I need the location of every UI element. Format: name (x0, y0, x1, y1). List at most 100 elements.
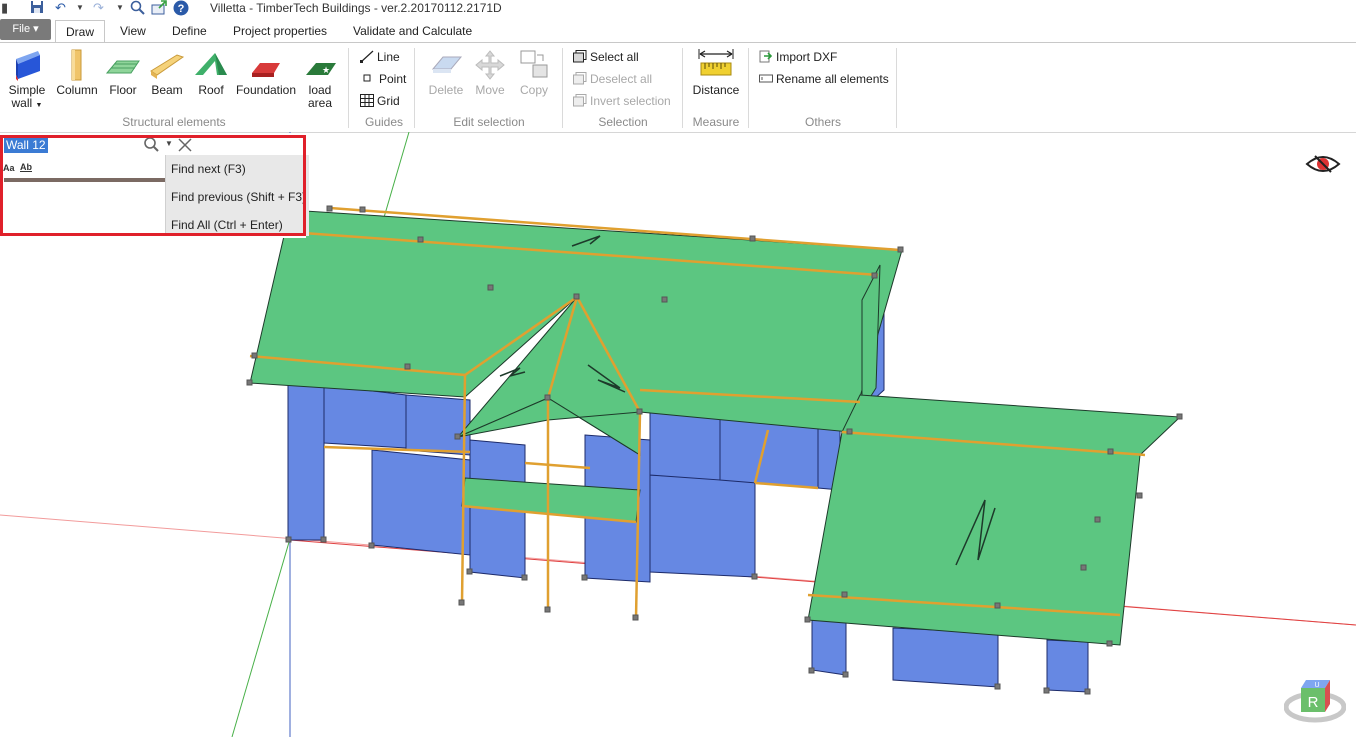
group-label-edit-selection: Edit selection (453, 115, 525, 129)
distance-icon (698, 49, 734, 76)
roof-button[interactable]: Roof (192, 49, 230, 97)
group-separator (682, 48, 683, 128)
match-case-toggle[interactable]: Aa (3, 163, 15, 173)
grid-icon (360, 94, 374, 107)
view-cube-front-label: R (1308, 694, 1319, 711)
rename-all-button[interactable]: Rename all elements (759, 71, 889, 87)
roof-icon (195, 53, 227, 75)
move-icon (475, 50, 505, 80)
find-next-menu-item[interactable]: Find next (F3) (171, 162, 246, 176)
tab-validate-calculate[interactable]: Validate and Calculate (353, 24, 472, 38)
app-icon: ▮ (1, 0, 9, 15)
undo-icon[interactable]: ↶ (55, 0, 66, 16)
load-area-button[interactable]: ★ load area (302, 49, 338, 110)
copy-label: Copy (519, 83, 548, 97)
group-label-structural: Structural elements (122, 115, 226, 129)
group-separator (348, 48, 349, 128)
group-separator (414, 48, 415, 128)
beam-button[interactable]: Beam (148, 49, 186, 97)
column-label: Column (56, 83, 98, 97)
line-icon (360, 50, 374, 63)
beam-icon (150, 54, 185, 79)
deselect-all-label: Deselect all (590, 72, 653, 86)
zoom-icon[interactable] (130, 0, 145, 16)
file-menu-label: File (12, 23, 31, 35)
tab-draw[interactable]: Draw (55, 20, 106, 43)
close-icon (178, 138, 192, 152)
load-area-label-2: area (307, 96, 333, 110)
foundation-button[interactable]: Foundation (234, 49, 298, 97)
search-button[interactable] (142, 136, 164, 154)
import-dxf-button[interactable]: Import DXF (759, 49, 837, 65)
visibility-toggle-button[interactable] (1305, 152, 1341, 176)
rename-all-label: Rename all elements (776, 72, 889, 86)
distance-label: Distance (692, 83, 740, 97)
simple-wall-icon (16, 51, 40, 81)
find-previous-menu-item[interactable]: Find previous (Shift + F3) (171, 190, 306, 204)
clear-search-button[interactable] (177, 137, 193, 153)
invert-selection-button[interactable]: Invert selection (573, 93, 671, 109)
view-cube-icon: R U (1283, 680, 1347, 723)
column-button[interactable]: Column (55, 49, 99, 97)
move-label: Move (475, 83, 505, 97)
foundation-icon (252, 63, 280, 77)
group-separator (896, 48, 897, 128)
copy-icon (520, 50, 548, 78)
guide-grid-button[interactable]: Grid (360, 93, 400, 109)
simple-wall-button[interactable]: Simple wall ▼ (6, 49, 48, 112)
tab-project-properties[interactable]: Project properties (233, 24, 327, 38)
redo-icon[interactable]: ↷ (93, 0, 104, 16)
group-label-guides: Guides (364, 115, 404, 129)
select-all-label: Select all (590, 50, 639, 64)
save-icon[interactable] (30, 0, 44, 16)
ribbon: Simple wall ▼ Column Floor Beam Roof Fou… (0, 42, 1356, 133)
move-button[interactable]: Move (470, 49, 510, 97)
delete-button[interactable]: Delete (424, 49, 468, 97)
window-title: Villetta - TimberTech Buildings - ver.2.… (210, 1, 502, 15)
help-icon[interactable]: ? (173, 0, 189, 16)
group-label-measure: Measure (692, 115, 740, 129)
load-area-label-1: load (308, 83, 332, 97)
guide-point-button[interactable]: Point (362, 71, 406, 87)
delete-icon (431, 56, 463, 73)
group-separator (562, 48, 563, 128)
guide-line-button[interactable]: Line (360, 49, 400, 65)
floor-icon (105, 60, 140, 74)
import-dxf-icon (759, 50, 773, 63)
search-input[interactable]: Wall 12 (4, 138, 48, 153)
select-all-icon (573, 50, 587, 63)
guide-grid-label: Grid (377, 94, 400, 108)
svg-text:★: ★ (322, 65, 330, 75)
view-cube[interactable]: R U (1283, 674, 1347, 726)
find-all-menu-item[interactable]: Find All (Ctrl + Enter) (171, 218, 283, 232)
deselect-all-button[interactable]: Deselect all (573, 71, 652, 87)
title-bar: ▮ ↶ ▼ ↷ ▼ ? Villetta - TimberTech Buildi… (0, 0, 1356, 17)
load-area-icon: ★ (306, 63, 336, 75)
undo-dropdown-icon[interactable]: ▼ (76, 0, 84, 16)
simple-wall-label-2: wall (11, 96, 33, 110)
export-icon[interactable] (151, 0, 167, 16)
rename-icon (759, 74, 773, 83)
delete-label: Delete (428, 83, 464, 97)
point-icon (363, 74, 371, 82)
find-dropdown-menu: Find next (F3) Find previous (Shift + F3… (165, 155, 309, 236)
whole-word-toggle[interactable]: Ab (20, 162, 32, 172)
view-cube-top-label: U (1314, 682, 1319, 689)
copy-button[interactable]: Copy (514, 49, 554, 97)
tab-view[interactable]: View (120, 24, 146, 38)
search-options-dropdown-icon[interactable]: ▼ (165, 139, 173, 148)
simple-wall-dropdown-icon: ▼ (35, 102, 43, 109)
floor-button[interactable]: Floor (104, 49, 142, 97)
column-icon (71, 49, 82, 81)
search-results-divider (4, 178, 166, 182)
guide-line-label: Line (377, 50, 400, 64)
distance-button[interactable]: Distance (690, 47, 742, 97)
invert-selection-icon (573, 94, 587, 107)
redo-dropdown-icon[interactable]: ▼ (116, 0, 124, 16)
file-menu-button[interactable]: File ▾ (0, 19, 51, 40)
select-all-button[interactable]: Select all (573, 49, 639, 65)
simple-wall-label-1: Simple (8, 83, 46, 97)
tab-define[interactable]: Define (172, 24, 207, 38)
guide-point-label: Point (379, 72, 407, 86)
search-icon (144, 137, 159, 152)
